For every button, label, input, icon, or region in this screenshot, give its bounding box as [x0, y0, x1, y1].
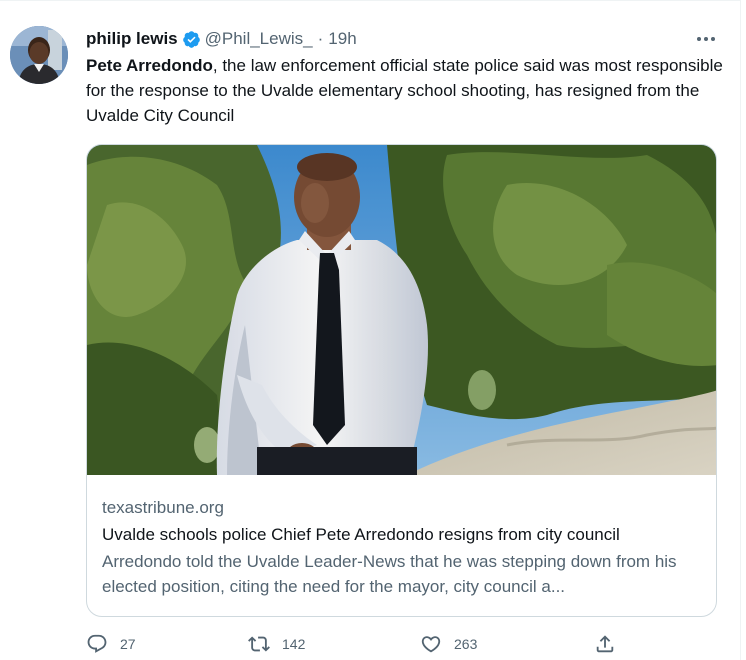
card-photo [87, 145, 716, 475]
retweet-button[interactable]: 142 [248, 631, 305, 657]
retweet-icon [248, 636, 270, 652]
reply-icon [87, 634, 107, 653]
share-icon [596, 635, 614, 653]
like-count: 263 [454, 636, 478, 652]
avatar-image [10, 26, 68, 84]
tweet-header: philip lewis @Phil_Lewis_ · 19h [86, 27, 357, 51]
tweet-text: Pete Arredondo, the law enforcement offi… [86, 53, 726, 128]
avatar[interactable] [10, 26, 68, 84]
card-domain: texastribune.org [102, 498, 224, 517]
card-info: texastribune.org Uvalde schools police C… [102, 497, 702, 599]
verified-badge-icon [182, 30, 201, 49]
separator-dot: · [317, 29, 324, 48]
card-image[interactable] [87, 145, 716, 475]
like-button[interactable]: 263 [420, 631, 477, 657]
reply-count: 27 [120, 636, 136, 652]
tweet-container[interactable]: philip lewis @Phil_Lewis_ · 19h Pete Arr… [0, 0, 741, 660]
more-dot-icon [711, 37, 715, 41]
heart-icon [421, 636, 441, 653]
link-preview-card[interactable]: texastribune.org Uvalde schools police C… [86, 144, 717, 617]
retweet-count: 142 [282, 636, 306, 652]
author-name[interactable]: philip lewis [86, 29, 178, 49]
tweet-timestamp[interactable]: 19h [328, 29, 356, 49]
share-button[interactable] [594, 631, 628, 657]
author-handle[interactable]: @Phil_Lewis_ [205, 29, 313, 49]
more-dot-icon [697, 37, 701, 41]
tweet-text-bold: Pete Arredondo [86, 56, 213, 75]
reply-button[interactable]: 27 [86, 631, 136, 657]
card-title[interactable]: Uvalde schools police Chief Pete Arredon… [102, 524, 702, 546]
more-dot-icon [704, 37, 708, 41]
card-description: Arredondo told the Uvalde Leader-News th… [102, 552, 677, 596]
more-options-button[interactable] [694, 27, 718, 51]
tweet-actions: 27 142 263 [86, 631, 646, 657]
